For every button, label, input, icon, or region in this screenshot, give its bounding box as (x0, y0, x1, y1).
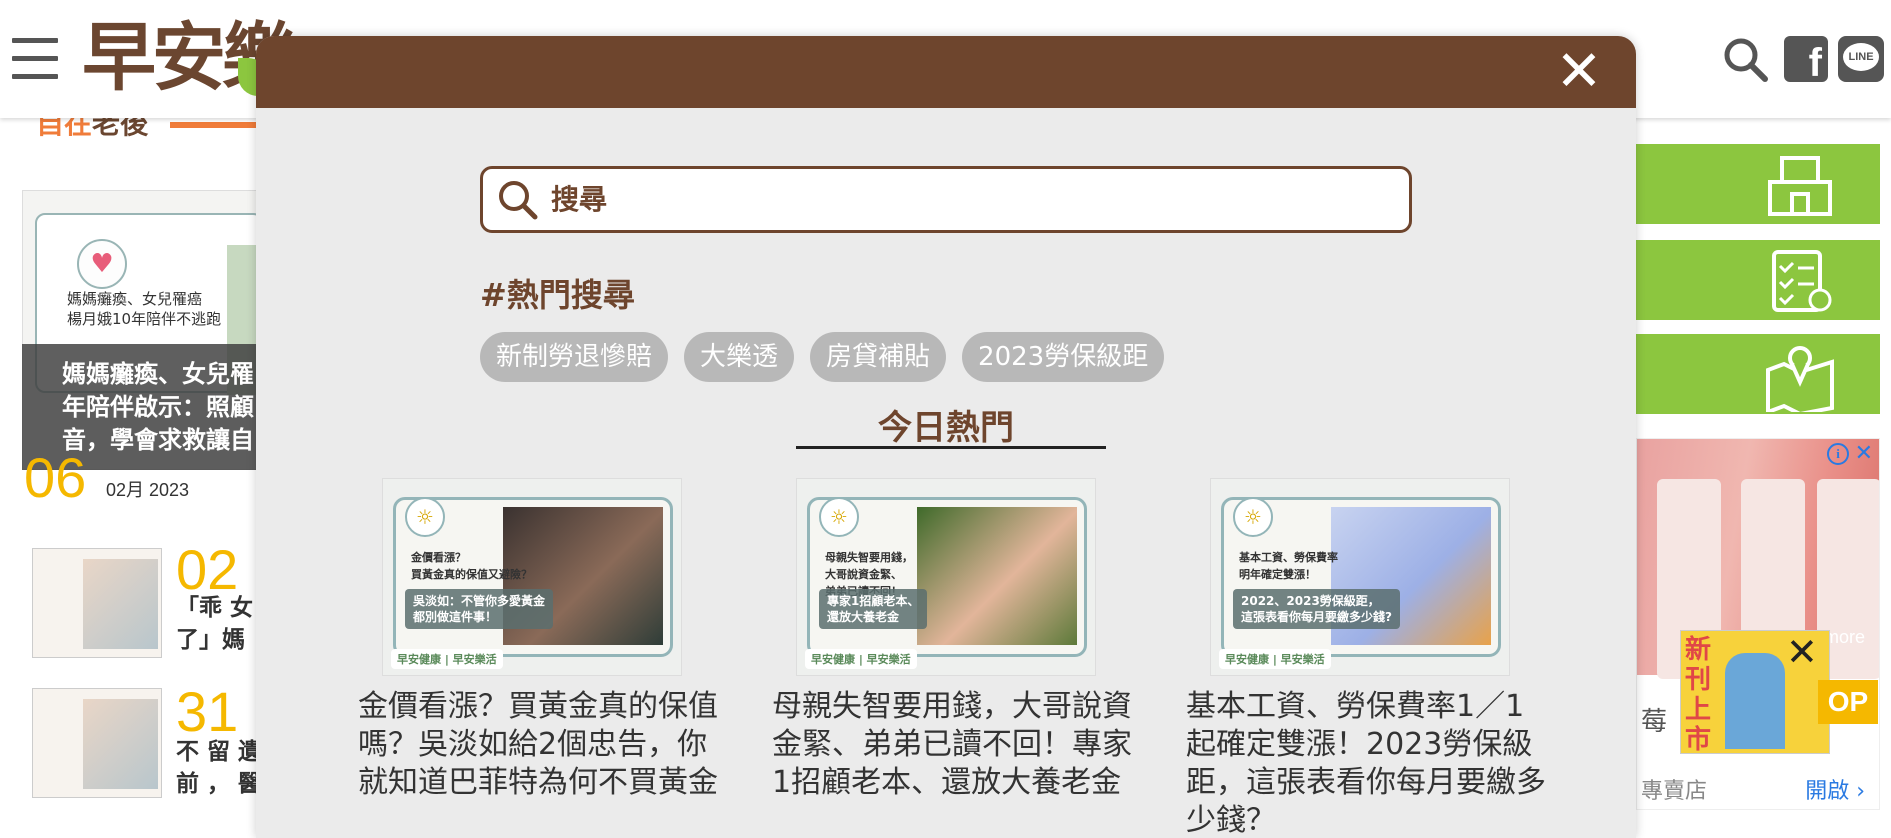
store-button[interactable] (1636, 144, 1880, 224)
list-item-title[interactable]: 不 留 遺 前 ， 醫 (176, 736, 261, 800)
search-icon[interactable] (1722, 36, 1768, 82)
lightbulb-icon: ☼ (819, 497, 859, 537)
hot-search-tags: 新制勞退慘賠 大樂透 房貸補貼 2023勞保級距 (480, 332, 1165, 382)
search-icon (499, 181, 538, 220)
thumbnail-brand: 早安健康 | 早安樂活 (1219, 649, 1331, 669)
hot-search-tag[interactable]: 新制勞退慘賠 (480, 332, 669, 382)
heart-icon: ♥ (77, 239, 127, 289)
list-item-title[interactable]: 「乖 女 了」媽 (176, 592, 253, 656)
article-card[interactable]: ☼ 母親失智要用錢， 大哥說資金緊、 弟弟已讀不回！ 專家1招顧老本、 還放大養… (772, 478, 1132, 802)
modal-header: ✕ (256, 36, 1636, 108)
article-title[interactable]: 母親失智要用錢，大哥說資金緊、弟弟已讀不回！專家1招顧老本、還放大養老金 (772, 688, 1132, 802)
thumbnail-question: 基本工資、勞保費率 明年確定雙漲！ (1239, 551, 1338, 581)
map-button[interactable] (1636, 334, 1880, 414)
search-input[interactable] (551, 177, 1391, 221)
magazine-close-icon[interactable]: ✕ (1786, 630, 1818, 674)
today-hot-underline (796, 446, 1106, 449)
ad-close-icon[interactable]: ✕ (1855, 441, 1873, 466)
ad-open-label: 開啟 (1805, 779, 1850, 804)
ad-headline: 莓 (1641, 707, 1668, 737)
article-card[interactable]: ☼ 基本工資、勞保費率 明年確定雙漲！ 2022、2023勞保級距， 這張表看你… (1186, 478, 1546, 838)
lightbulb-icon: ☼ (1233, 497, 1273, 537)
feature-day: 06 (24, 446, 87, 509)
article-title[interactable]: 基本工資、勞保費率1／1起確定雙漲！2023勞保級距，這張表看你每月要繳多少錢？ (1186, 688, 1546, 838)
ad-info-icon[interactable]: i (1827, 443, 1849, 465)
thumbnail-brand: 早安健康 | 早安樂活 (391, 649, 503, 669)
article-card[interactable]: ☼ 金價看漲？ 買黃金真的保值又避險？ 吳淡如：不管你多愛黃金 都別做這件事！ … (358, 478, 718, 802)
article-thumbnail: ☼ 金價看漲？ 買黃金真的保值又避險？ 吳淡如：不管你多愛黃金 都別做這件事！ … (382, 478, 682, 676)
list-item-thumb[interactable] (32, 548, 162, 658)
section-underline (170, 122, 260, 128)
hot-search-tag[interactable]: 房貸補貼 (810, 332, 947, 382)
list-item-photo (83, 559, 158, 649)
ad-advertiser: 專賣店 (1641, 779, 1708, 804)
list-item-photo (83, 699, 158, 789)
list-item-number: 31 (176, 680, 239, 743)
advertisement[interactable]: 8more i ✕ 莓 專賣店 開啟 › (1636, 438, 1880, 810)
store-icon (1768, 156, 1832, 216)
list-item-thumb[interactable] (32, 688, 162, 798)
hot-search-tag[interactable]: 大樂透 (684, 332, 795, 382)
checklist-icon (1772, 250, 1832, 312)
feature-month-year: 02月 2023 (106, 480, 190, 500)
article-thumbnail: ☼ 基本工資、勞保費率 明年確定雙漲！ 2022、2023勞保級距， 這張表看你… (1210, 478, 1510, 676)
search-modal: ✕ #熱門搜尋 新制勞退慘賠 大樂透 房貸補貼 2023勞保級距 今日熱門 ☼ … (256, 36, 1636, 838)
lightbulb-icon: ☼ (405, 497, 445, 537)
thumbnail-question: 金價看漲？ 買黃金真的保值又避險？ (411, 551, 532, 581)
hot-search-heading: #熱門搜尋 (480, 276, 635, 314)
thumbnail-caption: 吳淡如：不管你多愛黃金 都別做這件事！ (405, 589, 554, 629)
article-title[interactable]: 金價看漲？買黃金真的保值嗎？吳淡如給2個忠告，你就知道巴菲特為何不買黃金 (358, 688, 718, 802)
thumbnail-caption: 2022、2023勞保級距， 這張表看你每月要繳多少錢? (1233, 589, 1400, 629)
menu-icon[interactable] (12, 38, 58, 80)
magazine-cover-image (1725, 653, 1785, 749)
thumbnail-caption: 專家1招顧老本、 還放大養老金 (819, 589, 928, 629)
list-item-number: 02 (176, 538, 239, 601)
line-icon[interactable]: LINE (1838, 36, 1884, 82)
feature-image-text: 媽媽癱瘓、女兒罹癌 楊月娥10年陪伴不逃跑 (67, 290, 222, 328)
article-thumbnail: ☼ 母親失智要用錢， 大哥說資金緊、 弟弟已讀不回！ 專家1招顧老本、 還放大養… (796, 478, 1096, 676)
magazine-promo-text: 新刊上市 (1685, 635, 1712, 755)
checklist-button[interactable] (1636, 240, 1880, 320)
close-icon[interactable]: ✕ (1552, 42, 1606, 102)
back-to-top-button[interactable]: OP (1818, 680, 1878, 724)
today-hot-heading: 今日熱門 (878, 408, 1014, 448)
ad-open-button[interactable]: 開啟 › (1805, 773, 1865, 805)
search-box[interactable] (480, 166, 1412, 233)
hot-search-tag[interactable]: 2023勞保級距 (962, 332, 1165, 382)
map-pin-icon (1766, 346, 1834, 412)
thumbnail-brand: 早安健康 | 早安樂活 (805, 649, 917, 669)
line-label: LINE (1843, 43, 1879, 71)
page: 早安樂 f LINE 自在老後 ♥ 媽媽癱瘓、女兒罹癌 楊月娥10年陪伴不逃跑 … (0, 0, 1891, 838)
thumbnail-photo (917, 507, 1077, 645)
facebook-icon[interactable]: f (1784, 36, 1828, 85)
